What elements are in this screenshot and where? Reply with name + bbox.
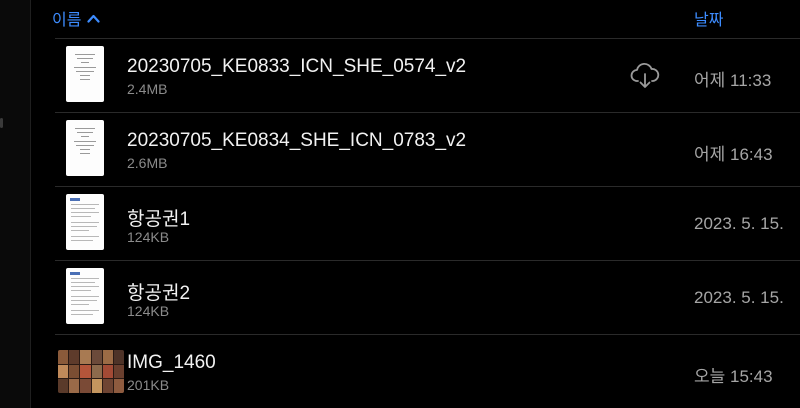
file-name: 20230705_KE0834_SHE_ICN_0783_v2 — [127, 130, 467, 151]
sort-name-label: 이름 — [52, 12, 82, 29]
file-row[interactable]: 20230705_KE0833_ICN_SHE_0574_v2 2.4MB 어제… — [55, 38, 800, 112]
file-row[interactable]: 항공권2 124KB 2023. 5. 15. — [55, 260, 800, 334]
file-row[interactable]: IMG_1460 201KB 오늘 15:43 — [55, 334, 800, 408]
sidebar-indicator — [0, 118, 3, 128]
file-date: 2023. 5. 15. — [694, 214, 784, 233]
column-header: 이름 날짜 — [30, 0, 800, 32]
file-size: 124KB — [127, 229, 170, 245]
cloud-download-icon[interactable] — [630, 62, 660, 90]
image-thumbnail — [58, 350, 124, 393]
file-size: 2.6MB — [127, 155, 168, 171]
file-size: 201KB — [127, 377, 170, 393]
chevron-up-icon — [87, 14, 101, 23]
file-name: 20230705_KE0833_ICN_SHE_0574_v2 — [127, 56, 467, 77]
file-date: 어제 11:33 — [694, 71, 772, 90]
document-thumbnail — [66, 194, 104, 250]
file-row[interactable]: 20230705_KE0834_SHE_ICN_0783_v2 2.6MB 어제… — [55, 112, 800, 186]
file-size: 124KB — [127, 303, 170, 319]
document-thumbnail — [66, 120, 104, 176]
file-name: IMG_1460 — [127, 352, 216, 373]
document-thumbnail — [66, 46, 104, 102]
file-row[interactable]: 항공권1 124KB 2023. 5. 15. — [55, 186, 800, 260]
file-name: 항공권1 — [127, 209, 191, 230]
file-date: 어제 16:43 — [694, 145, 773, 164]
file-date: 2023. 5. 15. — [694, 288, 784, 307]
document-thumbnail — [66, 268, 104, 324]
file-size: 2.4MB — [127, 81, 168, 97]
file-date: 오늘 15:43 — [694, 367, 773, 386]
sort-by-date-button[interactable]: 날짜 — [694, 6, 723, 30]
file-name: 항공권2 — [127, 283, 191, 304]
sidebar-edge — [0, 0, 31, 408]
sort-by-name-button[interactable]: 이름 — [52, 6, 101, 30]
file-list: 20230705_KE0833_ICN_SHE_0574_v2 2.4MB 어제… — [55, 38, 800, 408]
